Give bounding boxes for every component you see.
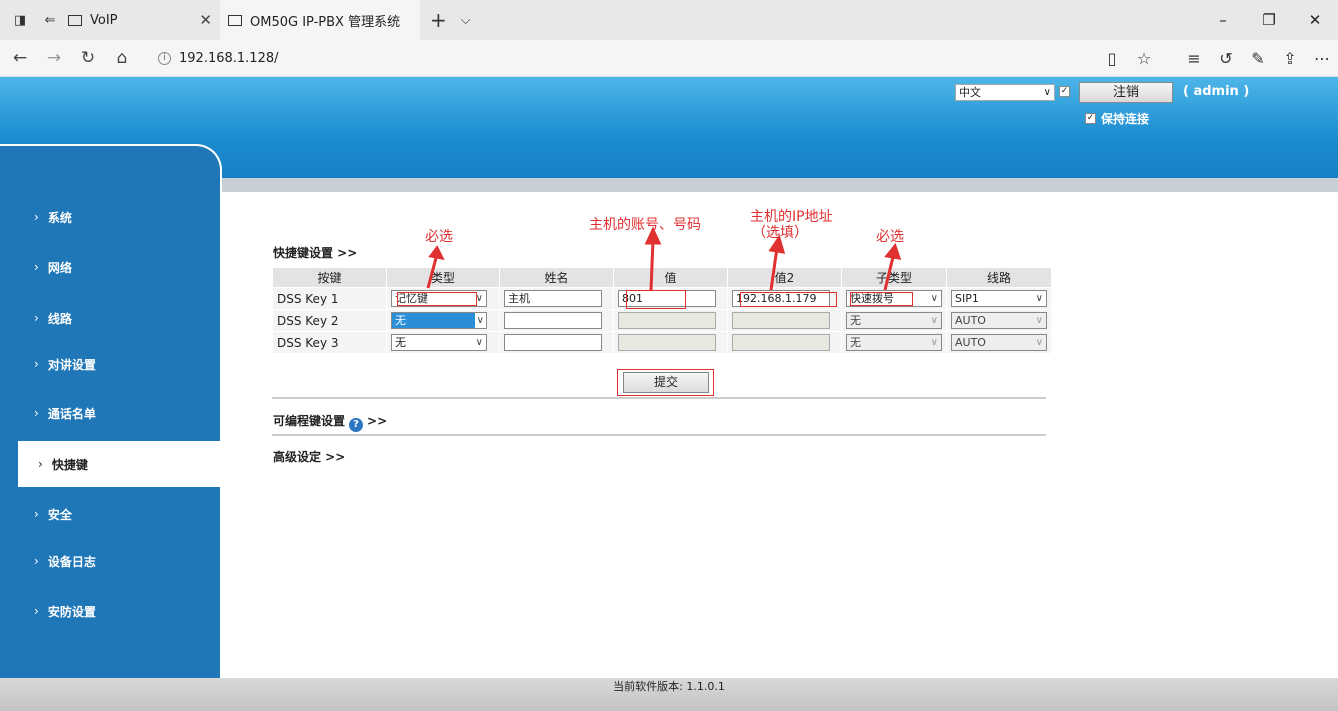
- software-version: 当前软件版本: 1.1.0.1: [613, 680, 725, 693]
- arrow-head-subtype: [884, 242, 902, 260]
- arrow-head-type: [428, 245, 445, 261]
- arrow-head-value2: [768, 234, 786, 254]
- arrow-value: [649, 239, 655, 291]
- arrow-type: [426, 257, 438, 289]
- arrow-value2: [769, 247, 779, 291]
- footer: 当前软件版本: 1.1.0.1: [0, 678, 1338, 711]
- arrow-subtype: [883, 256, 895, 291]
- arrow-head-value: [644, 226, 662, 245]
- annotation-arrows: [426, 226, 902, 291]
